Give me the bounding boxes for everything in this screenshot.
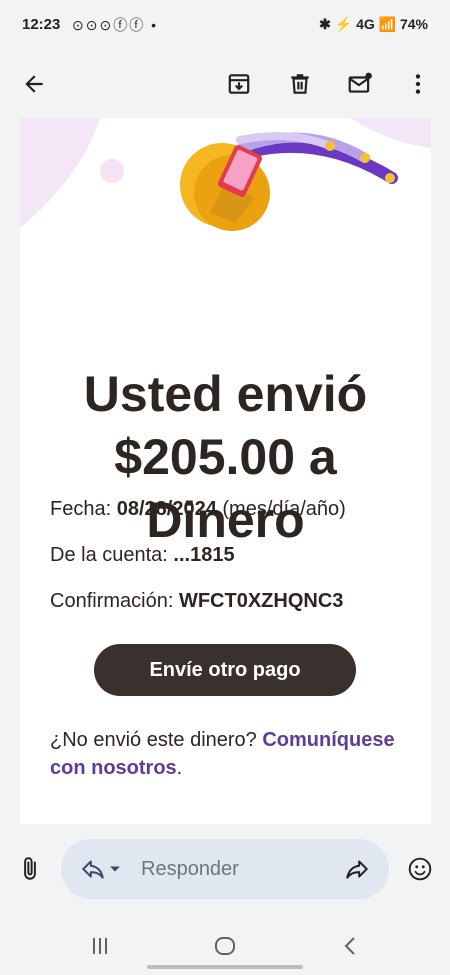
reply-placeholder: Responder (141, 858, 239, 880)
status-indicators: ✱ ⚡ 4G 📶 74% (319, 16, 428, 32)
forward-icon[interactable] (337, 849, 377, 889)
delete-icon[interactable] (280, 64, 320, 104)
headline-line-2: $205.00 a (114, 429, 337, 485)
gesture-handle[interactable] (147, 965, 303, 969)
email-toolbar (0, 52, 450, 118)
help-question: ¿No envió este dinero? (50, 729, 257, 751)
help-text: ¿No envió este dinero? Comuníquese con n… (50, 726, 410, 782)
reply-field[interactable]: Responder (61, 839, 389, 899)
help-end: . (176, 757, 183, 779)
home-icon[interactable] (205, 931, 245, 961)
mark-unread-icon[interactable] (340, 64, 380, 104)
archive-icon[interactable] (219, 64, 259, 104)
reply-bar: Responder (0, 825, 450, 915)
send-another-payment-button[interactable]: Envíe otro pago (94, 644, 356, 696)
status-bar: 12:23 ⊙⊙⊙ⓕⓕ • ✱ ⚡ 4G 📶 74% (0, 0, 450, 52)
recents-icon[interactable] (80, 931, 120, 961)
confirmation-value: WFCT0XZHQNC3 (178, 590, 344, 612)
email-body: Usted envió $205.00 a Dinero Fecha: 08/2… (20, 118, 431, 824)
date-label: Fecha: (50, 498, 112, 520)
confirmation-row: Confirmación: WFCT0XZHQNC3 (50, 590, 343, 613)
status-time: 12:23 (22, 16, 61, 33)
confirmation-label: Confirmación: (50, 590, 174, 612)
back-nav-icon[interactable] (331, 931, 371, 961)
account-label: De la cuenta: (50, 544, 168, 566)
headline-line-1: Usted envió (83, 366, 368, 422)
emoji-icon[interactable] (400, 849, 440, 889)
attach-icon[interactable] (10, 849, 50, 889)
account-value: ...1815 (173, 544, 235, 566)
back-arrow-icon[interactable] (14, 64, 54, 104)
payment-illustration (20, 118, 431, 231)
account-row: De la cuenta: ...1815 (50, 544, 235, 567)
date-row: Fecha: 08/28/2024 (mes/día/año) (50, 498, 346, 521)
system-nav-bar (0, 915, 450, 975)
date-format: (mes/día/año) (222, 498, 346, 520)
headline: Usted envió $205.00 a Dinero (20, 363, 431, 552)
more-options-icon[interactable] (398, 64, 438, 104)
date-value: 08/28/2024 (116, 498, 217, 520)
notification-icons: ⊙⊙⊙ⓕⓕ • (72, 17, 158, 33)
reply-options-chevron-icon[interactable] (105, 849, 125, 889)
